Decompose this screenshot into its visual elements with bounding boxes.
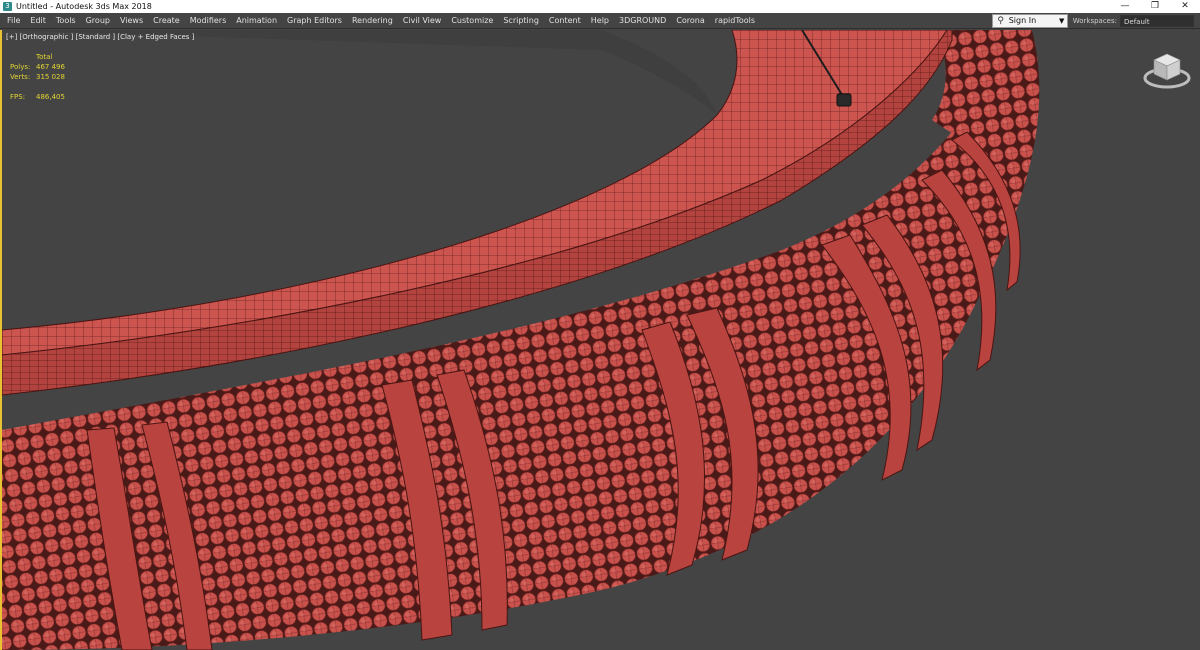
menu-item-file[interactable]: File [0,13,25,29]
menu-item-customize[interactable]: Customize [446,13,498,29]
pivot-handle-icon [836,93,852,107]
viewport-label[interactable]: [+] [Orthographic ] [Standard ] [Clay + … [6,33,194,41]
app-window: 3 Untitled - Autodesk 3ds Max 2018 — ❐ ✕… [0,0,1200,650]
fps-value: 486,405 [36,93,65,101]
menu-item-edit[interactable]: Edit [25,13,51,29]
scene-render [2,30,1040,650]
title-bar: 3 Untitled - Autodesk 3ds Max 2018 — ❐ ✕ [0,0,1200,13]
minimize-button[interactable]: — [1110,0,1140,13]
menu-bar: File Edit Tools Group Views Create Modifiers An… [0,13,1200,29]
sign-in-dropdown[interactable]: ⚲ Sign In ▼ [991,13,1068,28]
menu-item-content[interactable]: Content [544,13,586,29]
verts-label: Verts: [10,73,31,81]
stats-header: Total [36,53,53,61]
fps-label: FPS: [10,93,26,101]
maximize-button[interactable]: ❐ [1140,0,1170,13]
sign-in-label: Sign In [1008,16,1037,25]
menu-item-3dground[interactable]: 3DGROUND [614,13,671,29]
close-button[interactable]: ✕ [1170,0,1200,13]
statistics-overlay: Total Polys: 467 496 Verts: 315 028 FPS:… [10,52,65,102]
ring-hole [2,30,717,115]
menu-item-civil-view[interactable]: Civil View [398,13,447,29]
menu-item-animation[interactable]: Animation [231,13,282,29]
polys-value: 467 496 [36,63,65,71]
workspaces-label: Workspaces: [1072,16,1117,25]
verts-value: 315 028 [36,73,65,81]
menu-item-create[interactable]: Create [148,13,185,29]
menu-item-rendering[interactable]: Rendering [347,13,398,29]
menu-item-corona[interactable]: Corona [671,13,709,29]
menu-item-rapidtools[interactable]: rapidTools [710,13,760,29]
perspective-viewport[interactable]: [+] [Orthographic ] [Standard ] [Clay + … [0,30,1200,650]
menu-item-group[interactable]: Group [81,13,115,29]
polys-label: Polys: [10,63,31,71]
menu-item-scripting[interactable]: Scripting [498,13,544,29]
menu-item-help[interactable]: Help [586,13,614,29]
menu-item-tools[interactable]: Tools [51,13,81,29]
menu-item-modifiers[interactable]: Modifiers [185,13,232,29]
menu-item-views[interactable]: Views [115,13,148,29]
menu-items: File Edit Tools Group Views Create Modifiers An… [0,13,992,29]
window-title: Untitled - Autodesk 3ds Max 2018 [16,2,152,11]
app-logo-icon: 3 [3,2,12,11]
viewcube-icon[interactable] [1142,48,1192,92]
chevron-down-icon: ▼ [1059,16,1065,25]
workspace-select[interactable]: Default [1120,14,1194,27]
user-icon: ⚲ [997,15,1005,26]
menu-item-graph-editors[interactable]: Graph Editors [282,13,347,29]
